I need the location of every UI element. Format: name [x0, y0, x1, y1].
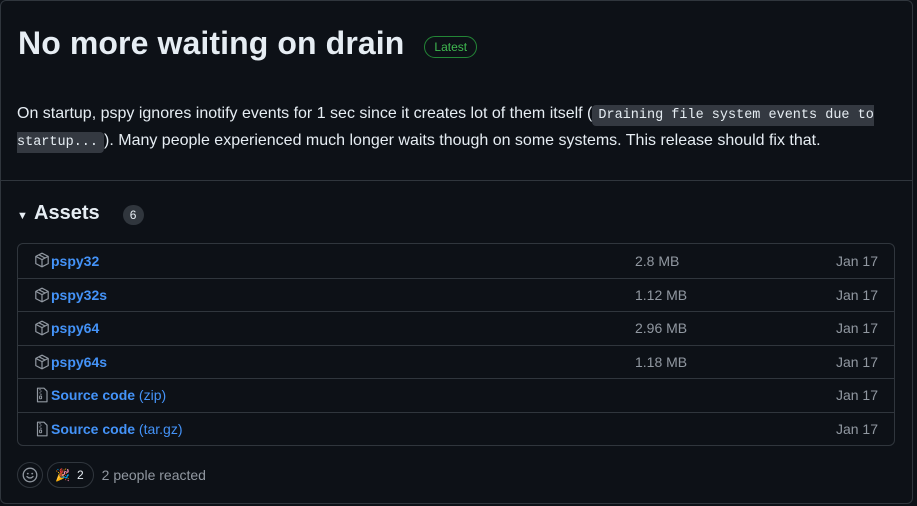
release-notes-text-start: On startup, pspy ignores inotify events …: [17, 105, 593, 122]
asset-link[interactable]: pspy64: [51, 320, 99, 336]
asset-row: pspy64 2.96 MB Jan 17: [18, 311, 894, 345]
release-card: No more waiting on drain Latest On start…: [0, 0, 913, 504]
asset-link[interactable]: pspy64s: [51, 354, 107, 370]
add-reaction-button[interactable]: [17, 462, 43, 488]
asset-row: Source code (zip) Jan 17: [18, 378, 894, 412]
release-header: No more waiting on drain Latest: [18, 25, 478, 62]
asset-name: pspy64s: [51, 353, 108, 370]
asset-link[interactable]: Source code (zip): [51, 387, 166, 403]
asset-list: pspy32 2.8 MB Jan 17 pspy32s 1.12 MB Jan 17 ps…: [17, 243, 895, 446]
latest-badge: Latest: [424, 35, 478, 58]
asset-size: 2.8 MB: [635, 252, 680, 269]
tada-icon: 🎉: [55, 468, 70, 482]
release-notes: On startup, pspy ignores inotify events …: [17, 101, 897, 155]
asset-link[interactable]: Source code (tar.gz): [51, 421, 183, 437]
asset-size: 2.96 MB: [635, 320, 688, 337]
tada-reaction-button[interactable]: 🎉 2: [47, 462, 94, 488]
reaction-count: 2: [76, 468, 84, 482]
file-zip-icon: [34, 421, 50, 437]
asset-ext: (tar.gz): [138, 420, 183, 437]
asset-size: 1.18 MB: [635, 353, 688, 370]
asset-row: Source code (tar.gz) Jan 17: [18, 411, 894, 446]
release-notes-text-end: ). Many people experienced much longer w…: [104, 132, 821, 149]
reactions-bar: 🎉 2 2 people reacted: [17, 462, 206, 488]
asset-name: Source code: [51, 387, 136, 404]
assets-toggle[interactable]: ▼ Assets 6: [17, 202, 144, 225]
divider: [1, 180, 912, 181]
asset-date: Jan 17: [835, 286, 878, 303]
asset-link[interactable]: pspy32s: [51, 287, 107, 303]
release-title[interactable]: No more waiting on drain: [18, 25, 404, 62]
file-zip-icon: [34, 387, 50, 403]
asset-date: Jan 17: [835, 420, 878, 437]
asset-row: pspy32 2.8 MB Jan 17: [18, 244, 894, 278]
asset-name: pspy64: [51, 320, 100, 337]
smiley-icon: [22, 467, 38, 483]
asset-size: 1.12 MB: [635, 286, 688, 303]
asset-date: Jan 17: [835, 387, 878, 404]
inline-code-line2: startup...: [17, 135, 99, 150]
asset-name: Source code: [51, 420, 136, 437]
package-icon: [34, 354, 50, 370]
package-icon: [34, 287, 50, 303]
asset-name: pspy32: [51, 252, 100, 269]
asset-name: pspy32s: [51, 286, 108, 303]
assets-count: 6: [122, 205, 144, 225]
asset-date: Jan 17: [835, 252, 878, 269]
asset-ext: (zip): [138, 387, 167, 404]
asset-link[interactable]: pspy32: [51, 253, 99, 269]
asset-row: pspy64s 1.18 MB Jan 17: [18, 344, 894, 379]
asset-row: pspy32s 1.12 MB Jan 17: [18, 277, 894, 312]
reactions-summary: 2 people reacted: [101, 467, 206, 483]
package-icon: [34, 252, 50, 268]
caret-down-icon: ▼: [17, 209, 28, 222]
inline-code-line1: Draining file system events due to: [598, 108, 874, 123]
package-icon: [34, 320, 50, 336]
assets-title: Assets: [34, 202, 100, 224]
asset-date: Jan 17: [835, 320, 878, 337]
asset-date: Jan 17: [835, 353, 878, 370]
